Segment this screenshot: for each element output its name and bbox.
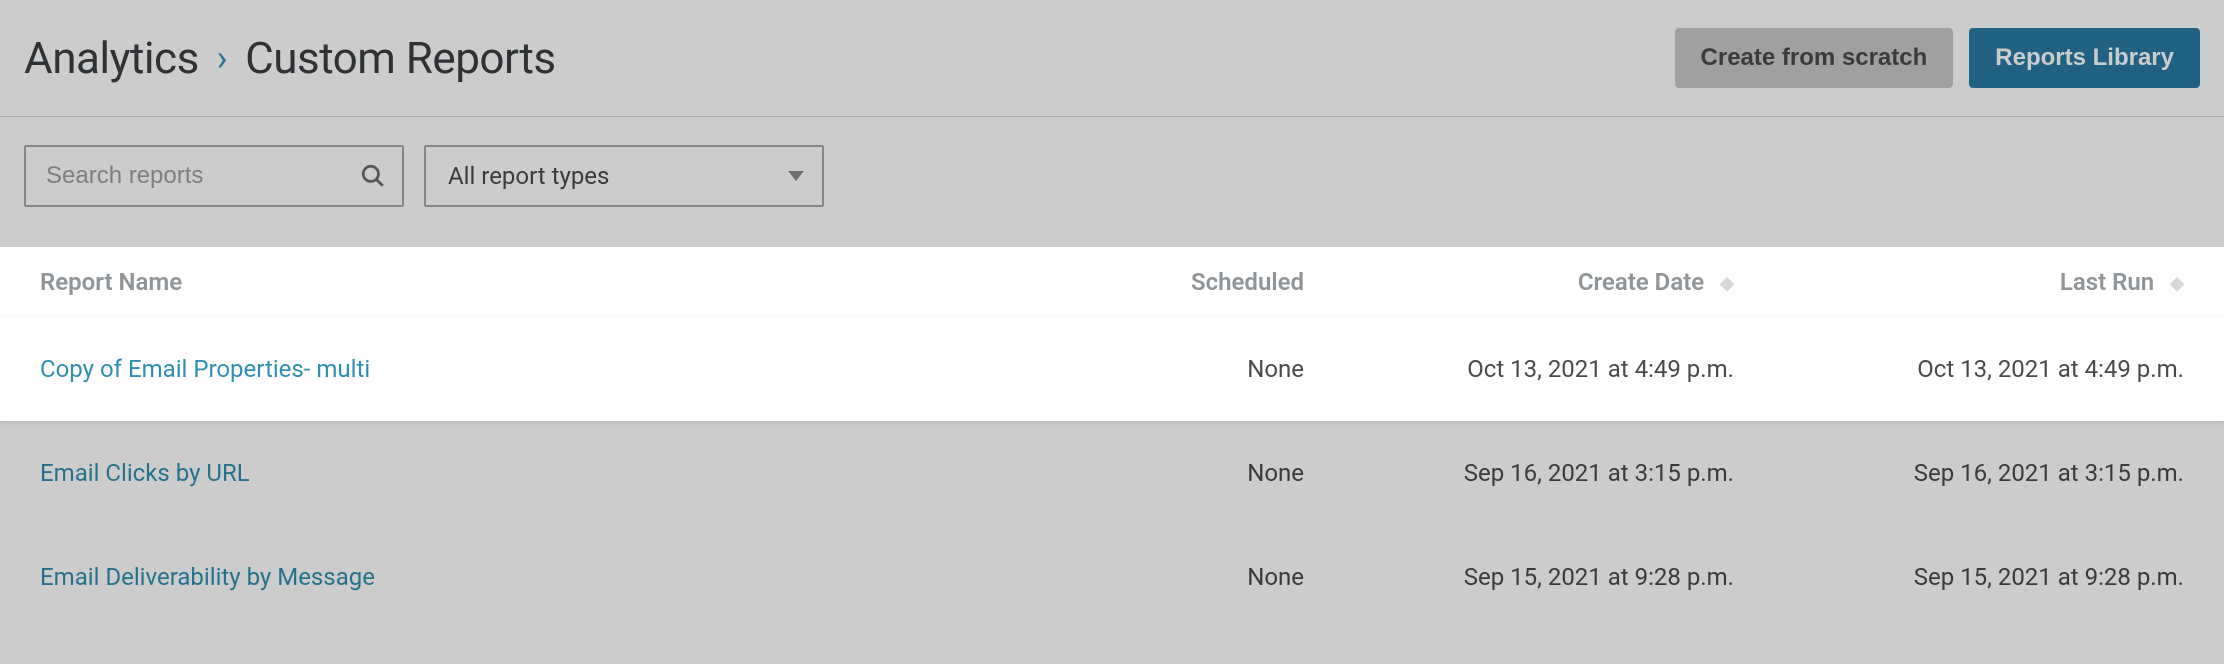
header-actions: Create from scratch Reports Library: [1675, 28, 2200, 88]
scheduled-cell: None: [1044, 459, 1304, 487]
search-input[interactable]: [24, 145, 404, 207]
scheduled-cell: None: [1044, 563, 1304, 591]
report-name-cell: Email Deliverability by Message: [40, 563, 1044, 591]
caret-down-icon: [788, 171, 804, 181]
sort-diamond-icon: ◆: [1720, 273, 1734, 294]
create-date-cell: Sep 15, 2021 at 9:28 p.m.: [1304, 563, 1744, 591]
scheduled-cell: None: [1044, 355, 1304, 383]
last-run-cell: Oct 13, 2021 at 4:49 p.m.: [1744, 355, 2184, 383]
chevron-right-icon: ›: [217, 40, 227, 76]
table-row[interactable]: Email Deliverability by Message None Sep…: [0, 525, 2224, 629]
create-date-cell: Sep 16, 2021 at 3:15 p.m.: [1304, 459, 1744, 487]
column-create-date[interactable]: Create Date ◆: [1304, 268, 1744, 296]
sort-diamond-icon: ◆: [2170, 273, 2184, 294]
report-type-label: All report types: [448, 162, 609, 190]
table-row[interactable]: Copy of Email Properties- multi None Oct…: [0, 317, 2224, 421]
filter-bar: All report types: [0, 117, 2224, 247]
reports-table: Report Name Scheduled Create Date ◆ Last…: [0, 247, 2224, 629]
breadcrumb-root[interactable]: Analytics: [24, 32, 199, 84]
last-run-cell: Sep 15, 2021 at 9:28 p.m.: [1744, 563, 2184, 591]
breadcrumb: Analytics › Custom Reports: [24, 32, 556, 84]
page-header: Analytics › Custom Reports Create from s…: [0, 0, 2224, 117]
create-date-cell: Oct 13, 2021 at 4:49 p.m.: [1304, 355, 1744, 383]
column-report-name[interactable]: Report Name: [40, 268, 1044, 296]
report-name-cell: Copy of Email Properties- multi: [40, 355, 1044, 383]
column-last-run[interactable]: Last Run ◆: [1744, 268, 2184, 296]
column-last-run-label: Last Run: [2060, 268, 2154, 296]
table-row[interactable]: Email Clicks by URL None Sep 16, 2021 at…: [0, 421, 2224, 525]
reports-library-button[interactable]: Reports Library: [1969, 28, 2200, 88]
table-header: Report Name Scheduled Create Date ◆ Last…: [0, 247, 2224, 317]
search-icon: [360, 163, 386, 189]
search-wrap: [24, 145, 404, 207]
column-scheduled[interactable]: Scheduled: [1044, 268, 1304, 296]
report-type-select[interactable]: All report types: [424, 145, 824, 207]
breadcrumb-current: Custom Reports: [245, 32, 556, 84]
report-link[interactable]: Email Deliverability by Message: [40, 563, 375, 591]
report-link[interactable]: Email Clicks by URL: [40, 459, 250, 487]
column-create-date-label: Create Date: [1578, 268, 1704, 296]
last-run-cell: Sep 16, 2021 at 3:15 p.m.: [1744, 459, 2184, 487]
create-from-scratch-button[interactable]: Create from scratch: [1675, 28, 1954, 88]
report-name-cell: Email Clicks by URL: [40, 459, 1044, 487]
report-link[interactable]: Copy of Email Properties- multi: [40, 355, 370, 383]
